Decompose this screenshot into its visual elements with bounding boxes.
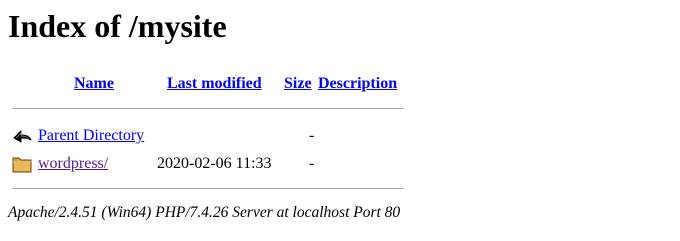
parent-directory-link[interactable]: Parent Directory (38, 127, 144, 145)
server-signature: Apache/2.4.51 (Win64) PHP/7.4.26 Server … (8, 204, 401, 221)
header-divider (12, 108, 404, 109)
last-modified-cell: 2020-02-06 11:33 (157, 155, 272, 172)
back-arrow-icon (12, 124, 32, 146)
footer-divider (12, 188, 404, 189)
size-cell: - (309, 155, 315, 172)
column-header-description[interactable]: Description (318, 75, 397, 93)
folder-icon (12, 152, 32, 174)
wordpress-folder-link[interactable]: wordpress/ (38, 155, 108, 173)
directory-listing-page: Index of /mysite Name Last modified Size… (0, 0, 680, 241)
column-header-last-modified[interactable]: Last modified (167, 75, 262, 93)
column-header-size[interactable]: Size (284, 75, 312, 93)
size-cell: - (309, 127, 315, 144)
page-title: Index of /mysite (8, 8, 227, 44)
column-header-name[interactable]: Name (74, 75, 114, 93)
